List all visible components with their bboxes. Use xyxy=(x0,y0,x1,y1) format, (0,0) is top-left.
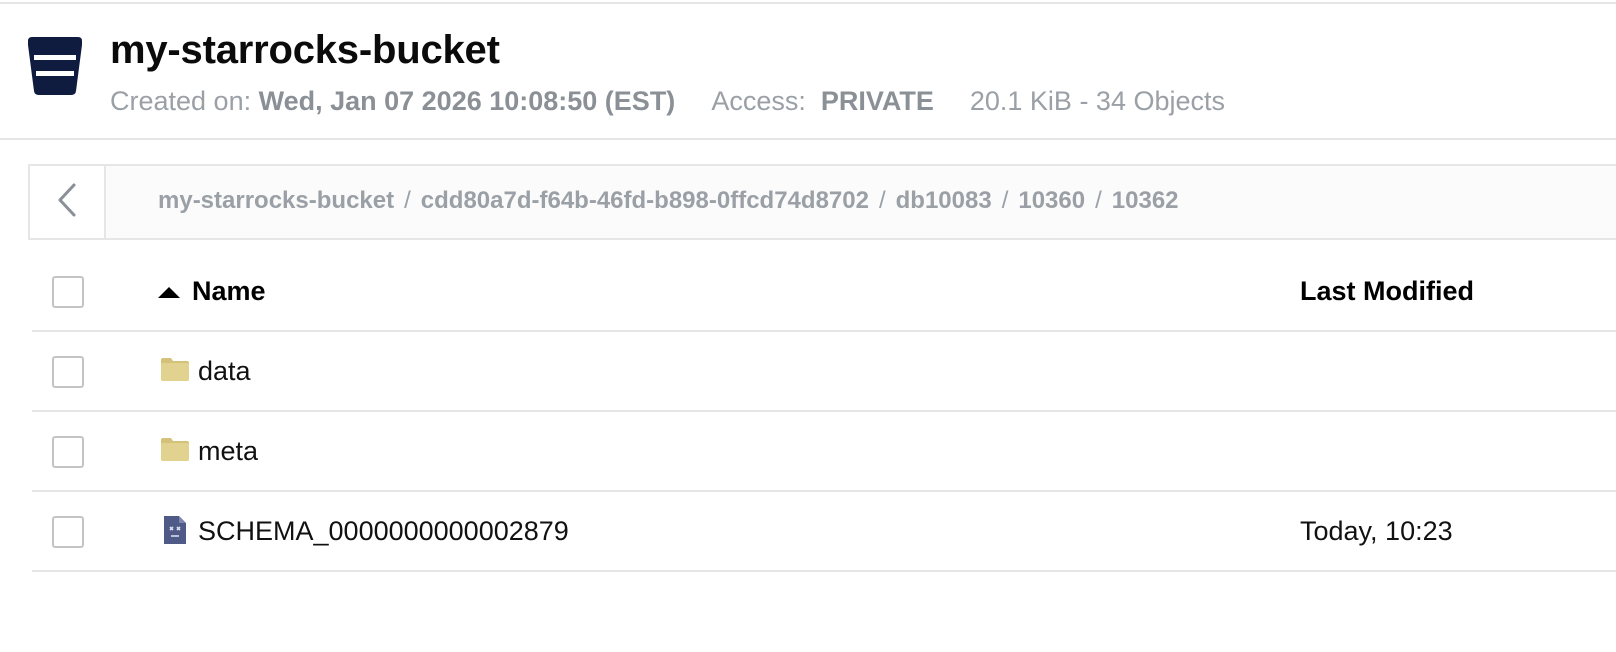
row-checkbox[interactable] xyxy=(52,356,84,388)
chevron-left-icon xyxy=(56,182,78,223)
breadcrumb-item-10362[interactable]: 10362 xyxy=(1112,187,1179,214)
item-name[interactable]: SCHEMA_0000000000002879 xyxy=(198,516,569,547)
name-column-label: Name xyxy=(192,276,266,306)
breadcrumb-separator: / xyxy=(1095,187,1102,214)
access-label: Access: xyxy=(711,86,806,116)
table-row[interactable]: SCHEMA_0000000000002879 Today, 10:23 xyxy=(32,492,1616,572)
sort-ascending-icon xyxy=(158,287,180,298)
created-value: Wed, Jan 07 2026 10:08:50 (EST) xyxy=(258,86,676,116)
breadcrumb-separator: / xyxy=(878,187,886,214)
bucket-usage: 20.1 KiB - 34 Objects xyxy=(969,86,1226,116)
folder-icon xyxy=(160,356,190,387)
folder-icon xyxy=(160,436,190,467)
breadcrumb: my-starrocks-bucket / cdd80a7d-f64b-46fd-b… xyxy=(158,187,1179,215)
bucket-meta: Created on: Wed, Jan 07 2026 10:08:50 (E… xyxy=(110,86,1225,117)
name-column-header[interactable]: Name xyxy=(158,276,266,307)
back-button[interactable] xyxy=(30,166,106,238)
breadcrumb-separator: / xyxy=(1001,187,1009,214)
bucket-icon xyxy=(26,35,84,97)
breadcrumb-item-bucket[interactable]: my-starrocks-bucket xyxy=(158,187,394,214)
breadcrumb-item-db10083[interactable]: db10083 xyxy=(896,187,992,214)
last-modified-column-header[interactable]: Last Modified xyxy=(1300,276,1474,307)
breadcrumb-separator: / xyxy=(404,187,411,214)
bucket-title: my-starrocks-bucket xyxy=(110,28,500,72)
item-last-modified: Today, 10:23 xyxy=(1300,516,1453,546)
table-row[interactable]: data xyxy=(32,332,1616,412)
breadcrumb-item-cdd80a7d[interactable]: cdd80a7d-f64b-46fd-b898-0ffcd74d8702 xyxy=(421,187,869,214)
file-icon xyxy=(162,514,188,551)
access-value: PRIVATE xyxy=(820,86,934,116)
table-row[interactable]: meta xyxy=(32,412,1616,492)
table-header: Name Last Modified xyxy=(32,252,1616,332)
breadcrumb-item-10360[interactable]: 10360 xyxy=(1018,187,1085,214)
item-name[interactable]: meta xyxy=(198,436,258,467)
object-table: Name Last Modified data meta SCHEMA_0000… xyxy=(32,252,1616,572)
breadcrumb-bar: my-starrocks-bucket / cdd80a7d-f64b-46fd-b… xyxy=(28,164,1616,240)
bucket-header: my-starrocks-bucket Created on: Wed, Jan… xyxy=(0,4,1616,140)
select-all-checkbox[interactable] xyxy=(52,276,84,308)
item-name[interactable]: data xyxy=(198,356,251,387)
row-checkbox[interactable] xyxy=(52,516,84,548)
created-label: Created on: xyxy=(110,86,259,116)
row-checkbox[interactable] xyxy=(52,436,84,468)
